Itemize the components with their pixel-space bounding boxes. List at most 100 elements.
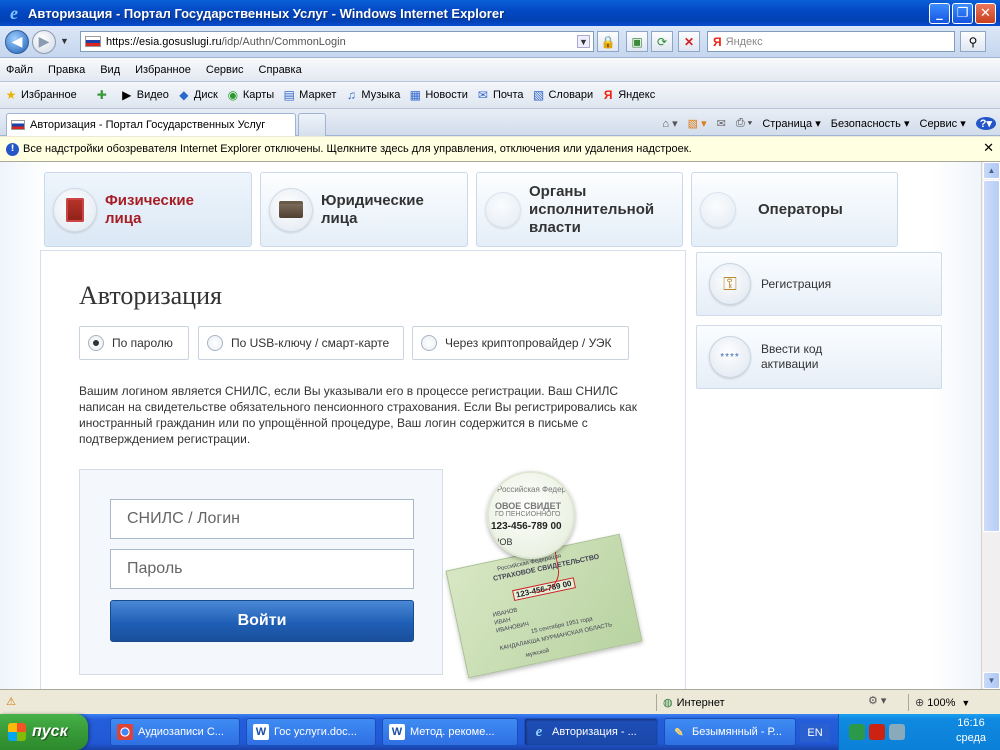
radio-selected[interactable] [88, 335, 104, 351]
help-icon[interactable]: ?▾ [975, 116, 996, 130]
activation-code-button[interactable]: **** Ввести код активации [696, 325, 942, 389]
read-mail-icon[interactable]: ✉ [717, 117, 726, 130]
zone-label: Интернет [676, 696, 725, 709]
search-button[interactable]: ⚲ [960, 31, 986, 52]
menu-help[interactable]: Справка [259, 64, 302, 76]
add-to-favorites-button[interactable]: ✚ [95, 88, 112, 102]
refresh-icon[interactable]: ⟳ [651, 31, 673, 52]
search-box[interactable]: Я Яндекс [707, 31, 955, 52]
registration-button[interactable]: ⚿ Регистрация [696, 252, 942, 316]
address-bar[interactable]: https://esia.gosuslugi.ru/idp/Authn/Comm… [80, 31, 594, 52]
tools-menu[interactable]: Сервис ▾ [920, 117, 966, 130]
task-label: Метод. рекоме... [410, 726, 495, 738]
fav-link-market[interactable]: ▤ Маркет [282, 88, 337, 102]
scroll-up-icon[interactable]: ▲ [983, 162, 1000, 179]
passport-icon [53, 187, 97, 232]
stop-icon[interactable]: ✕ [678, 31, 700, 52]
window-title-bar[interactable]: e Авторизация - Портал Государственных У… [0, 0, 1000, 26]
fav-label: Яндекс [618, 89, 656, 101]
search-input[interactable]: Яндекс [726, 36, 763, 48]
scroll-down-icon[interactable]: ▼ [983, 672, 1000, 689]
task-authorization-ie[interactable]: e Авторизация - ... [524, 718, 658, 746]
fav-link-dictionary[interactable]: ▧ Словари [531, 88, 593, 102]
radio-unselected[interactable] [421, 335, 437, 351]
favorites-button[interactable]: ★ Избранное [4, 88, 77, 102]
tab-individuals[interactable]: Физические лица [44, 172, 252, 247]
menu-edit[interactable]: Правка [48, 64, 85, 76]
menu-view[interactable]: Вид [100, 64, 120, 76]
card-text: ИВАНОВ [492, 607, 519, 619]
yandex-icon: Я [603, 88, 613, 102]
lock-icon[interactable]: 🔒 [597, 31, 619, 52]
protected-mode-icon[interactable]: ⚙ ▾ [868, 694, 886, 707]
security-menu[interactable]: Безопасность ▾ [831, 117, 910, 130]
fav-link-yandex[interactable]: Я Яндекс [601, 88, 655, 102]
task-label: Гос услуги.doc... [274, 726, 357, 738]
fav-link-music[interactable]: ♫ Музыка [344, 88, 400, 102]
web-page: Физические лица Юридические лица Органы исп… [0, 162, 981, 689]
history-dropdown-icon[interactable]: ▼ [60, 36, 69, 46]
tray-app-icon[interactable] [849, 724, 865, 740]
url-text[interactable]: https://esia.gosuslugi.ru/idp/Authn/Comm… [106, 36, 346, 48]
rss-feed-icon[interactable]: ▧ ▾ [688, 117, 707, 130]
fav-link-disk[interactable]: ◆ Диск [177, 88, 218, 102]
print-icon[interactable]: ⎙ ▾ [736, 117, 752, 130]
maximize-button[interactable]: ❐ [952, 2, 973, 24]
news-icon: ▦ [409, 88, 422, 102]
information-bar[interactable]: ! Все надстройки обозревателя Internet E… [0, 137, 1000, 162]
menu-favorites[interactable]: Избранное [135, 64, 191, 76]
stars-icon: **** [709, 336, 751, 378]
page-menu[interactable]: Страница ▾ [762, 117, 820, 130]
method-password[interactable]: По паролю [79, 326, 189, 360]
address-dropdown-icon[interactable]: ▼ [577, 35, 590, 48]
security-zone[interactable]: ◍ Интернет [656, 694, 725, 711]
fav-link-mail[interactable]: ✉ Почта [476, 88, 524, 102]
task-method-recommendations[interactable]: W Метод. рекоме... [382, 718, 518, 746]
method-usb-key[interactable]: По USB-ключу / смарт-карте [198, 326, 404, 360]
forward-button[interactable]: ▶ [32, 30, 56, 54]
star-icon: ★ [5, 88, 17, 102]
fav-link-maps[interactable]: ◉ Карты [226, 88, 275, 102]
internet-explorer-icon: e [10, 3, 18, 23]
chevron-down-icon: ▼ [961, 697, 971, 708]
task-label: Безымянный - Р... [692, 726, 782, 738]
task-paint[interactable]: ✎ Безымянный - Р... [664, 718, 796, 746]
clock[interactable]: 16:16 среда [956, 716, 986, 746]
tab-executive-authorities[interactable]: Органы исполнительной власти [476, 172, 683, 247]
password-input[interactable]: Пароль [110, 549, 414, 589]
fav-link-video[interactable]: ▶ Видео [120, 88, 169, 102]
compatibility-icon[interactable]: ▣ [626, 31, 648, 52]
zoom-control[interactable]: ⊕ 100% ▼ [908, 694, 970, 711]
tab-authorization[interactable]: Авторизация - Портал Государственных Усл… [6, 113, 296, 136]
menu-file[interactable]: Файл [6, 64, 33, 76]
fav-label: Диск [193, 89, 218, 101]
snils-login-input[interactable]: СНИЛС / Логин [110, 499, 414, 539]
start-button[interactable]: пуск [0, 714, 88, 750]
back-button[interactable]: ◀ [5, 30, 29, 54]
radio-unselected[interactable] [207, 335, 223, 351]
url-host: esia.gosuslugi.ru [139, 35, 222, 48]
close-window-button[interactable]: ✕ [975, 2, 996, 24]
network-icon[interactable] [889, 724, 905, 740]
new-tab-button[interactable] [298, 113, 326, 136]
vertical-scrollbar[interactable]: ▲ ▼ [981, 162, 1000, 689]
home-icon[interactable]: ⌂ ▾ [662, 117, 677, 130]
close-icon[interactable]: ✕ [983, 141, 994, 156]
task-audio-records[interactable]: ◉ Аудиозаписи С... [110, 718, 240, 746]
login-button[interactable]: Войти [110, 600, 414, 642]
tab-row: Авторизация - Портал Государственных Усл… [0, 109, 1000, 136]
antivirus-icon[interactable] [869, 724, 885, 740]
language-indicator[interactable]: EN [800, 724, 830, 742]
chrome-icon: ◉ [117, 724, 133, 740]
minimize-button[interactable]: _ [929, 2, 950, 24]
taskbar: пуск ◉ Аудиозаписи С... W Гос услуги.doc… [0, 714, 1000, 750]
fav-link-news[interactable]: ▦ Новости [408, 88, 468, 102]
scroll-thumb[interactable] [983, 180, 1000, 532]
add-favorite-icon: ✚ [96, 88, 107, 102]
task-gosuslugi-doc[interactable]: W Гос услуги.doc... [246, 718, 376, 746]
tab-operators[interactable]: Операторы [691, 172, 898, 247]
menu-tools[interactable]: Сервис [206, 64, 244, 76]
market-icon: ▤ [283, 88, 295, 102]
tab-legal-entities[interactable]: Юридические лица [260, 172, 468, 247]
method-crypto-provider[interactable]: Через криптопровайдер / УЭК [412, 326, 629, 360]
